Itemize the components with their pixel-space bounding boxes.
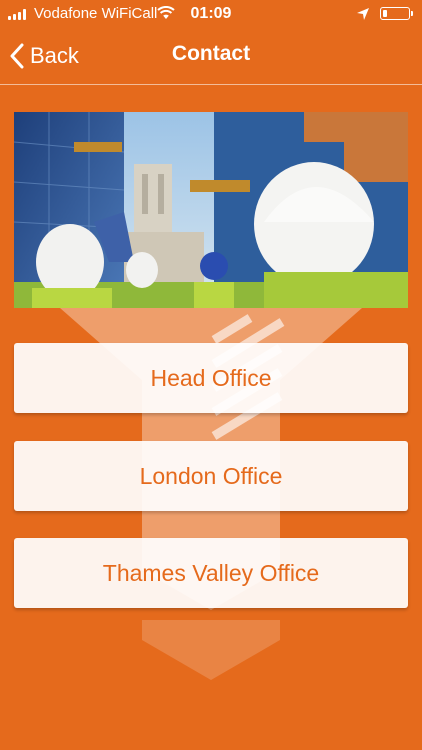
battery-level	[383, 10, 387, 17]
construction-workers-photo	[14, 112, 408, 308]
status-bar: Vodafone WiFiCall 01:09	[0, 0, 422, 28]
location-arrow-icon	[357, 8, 369, 20]
page-title: Contact	[171, 42, 251, 65]
navigation-bar: Back Contact	[0, 28, 422, 85]
thames-valley-office-button[interactable]: Thames Valley Office	[14, 538, 408, 608]
battery-icon	[380, 7, 413, 20]
hero-image	[14, 112, 408, 308]
london-office-button[interactable]: London Office	[14, 441, 408, 511]
head-office-button[interactable]: Head Office	[14, 343, 408, 413]
